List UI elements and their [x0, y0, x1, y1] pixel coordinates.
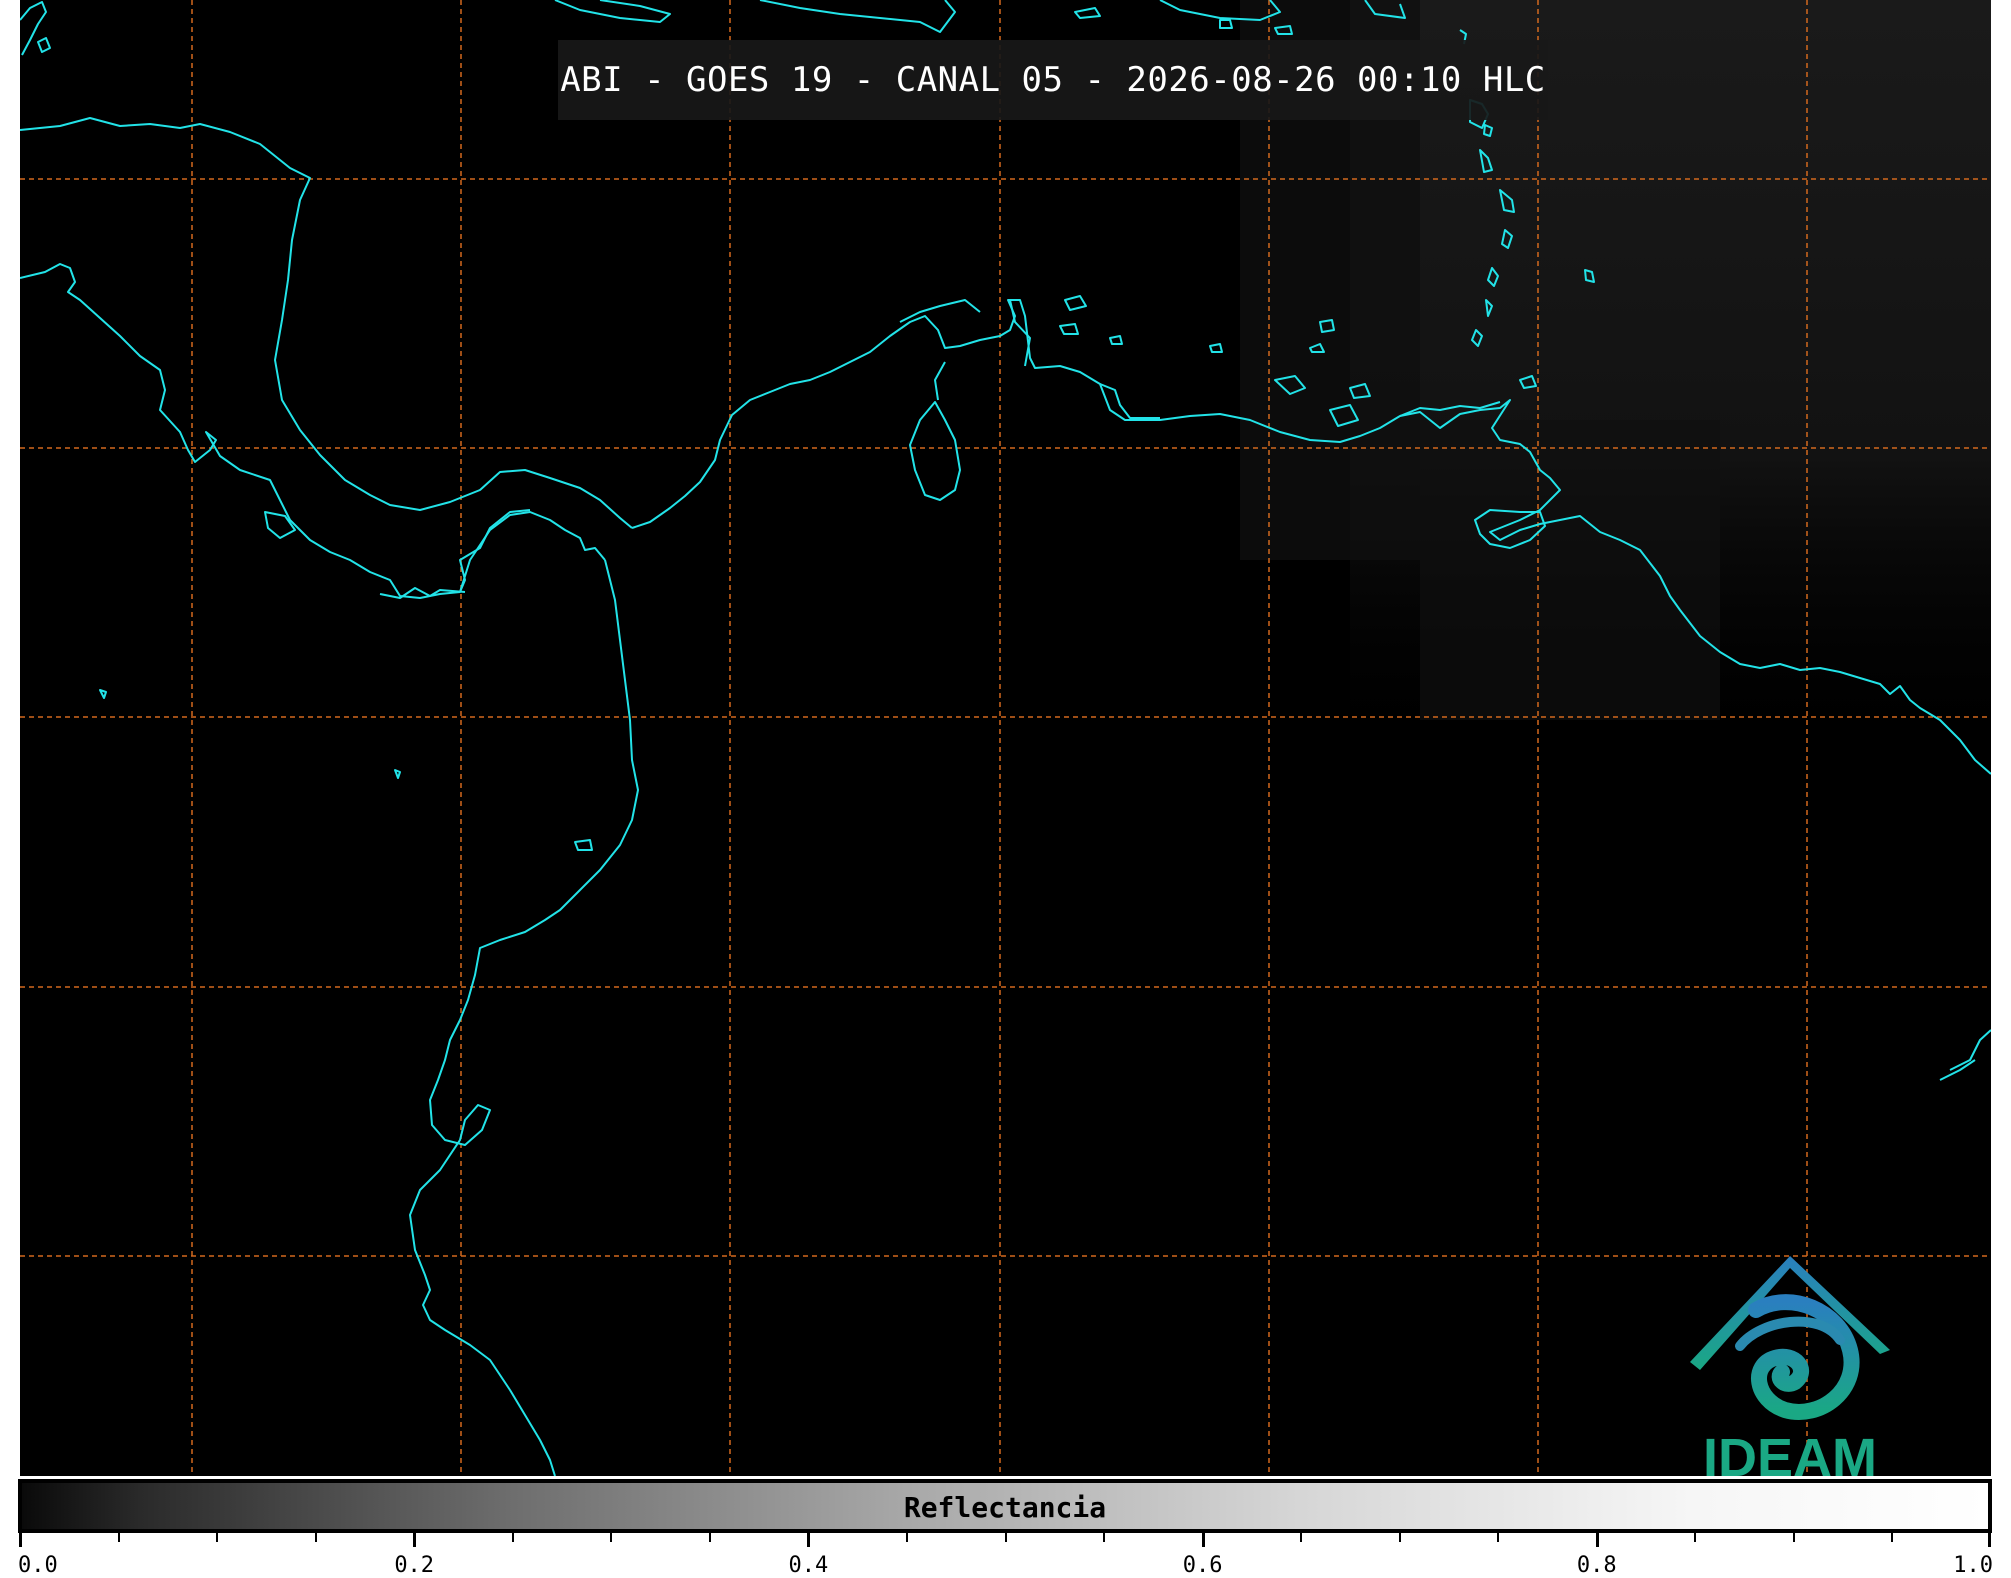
colorbar-major-tick: [19, 1533, 22, 1547]
coastline-island: [1109, 335, 1123, 345]
coastline-panama: [459, 511, 606, 593]
coastline-island: [759, 0, 956, 33]
coastline-island: [1074, 7, 1101, 19]
coastline-island: [554, 0, 671, 23]
coastline-island: [394, 769, 401, 779]
satellite-map: ABI - GOES 19 - CANAL 05 - 2026-08-26 00…: [20, 0, 1991, 1476]
colorbar-tick-label: 0.4: [788, 1553, 829, 1578]
colorbar-major-tick: [1201, 1533, 1205, 1547]
ideam-logo: IDEAM: [1670, 1250, 1910, 1476]
coastline-island: [99, 689, 107, 699]
coastline-yucatan: [20, 263, 531, 599]
colorbar-tick-label: 0.8: [1576, 1553, 1617, 1578]
colorbar-minor-tick: [708, 1533, 711, 1542]
map-title: ABI - GOES 19 - CANAL 05 - 2026-08-26 00…: [560, 60, 1546, 100]
colorbar-minor-tick: [610, 1533, 613, 1542]
colorbar-minor-tick: [314, 1533, 317, 1542]
colorbar-minor-tick: [1103, 1533, 1106, 1542]
colorbar-axis: 0.0 0.2 0.4 0.6 0.8 1.0: [18, 1533, 1993, 1578]
coastline-guajira: [899, 299, 981, 323]
coastline-island: [264, 511, 296, 539]
colorbar-major-tick: [413, 1533, 417, 1547]
colorbar-tick-label: 0.2: [394, 1553, 435, 1578]
coastline-island: [37, 37, 51, 53]
ideam-logo-icon: IDEAM: [1690, 1256, 1890, 1476]
coastline-maracaibo: [909, 401, 961, 501]
coastline-island: [20, 1, 47, 56]
map-title-panel: ABI - GOES 19 - CANAL 05 - 2026-08-26 00…: [558, 40, 1548, 120]
coastline-fragment: [1939, 1059, 1976, 1081]
coastline-island: [1059, 323, 1079, 335]
colorbar-minor-tick: [1004, 1533, 1007, 1542]
coastline-island: [1209, 343, 1223, 353]
colorbar-tick-label: 0.0: [18, 1553, 58, 1578]
colorbar-major-tick: [807, 1533, 811, 1547]
colorbar-minor-tick: [1300, 1533, 1303, 1542]
coastline-island: [1219, 19, 1233, 29]
colorbar-minor-tick: [511, 1533, 514, 1542]
colorbar-tick-label: 1.0: [1953, 1553, 1993, 1578]
svg-text:IDEAM: IDEAM: [1703, 1428, 1877, 1476]
colorbar-minor-tick: [1792, 1533, 1795, 1542]
colorbar-minor-tick: [216, 1533, 219, 1542]
colorbar-minor-tick: [1497, 1533, 1500, 1542]
colorbar-major-tick: [1988, 1533, 1991, 1547]
colorbar-minor-tick: [117, 1533, 120, 1542]
colorbar-minor-tick: [1891, 1533, 1894, 1542]
colorbar-tick-label: 0.6: [1182, 1553, 1223, 1578]
colorbar-label: Reflectancia: [903, 1491, 1107, 1524]
coastline-island: [574, 839, 593, 851]
colorbar: Reflectancia: [18, 1479, 1992, 1533]
colorbar-minor-tick: [1694, 1533, 1697, 1542]
colorbar-minor-tick: [905, 1533, 908, 1542]
coastline-pacific: [409, 559, 639, 1476]
coastline-maracaibo: [934, 361, 946, 401]
colorbar-minor-tick: [1398, 1533, 1401, 1542]
colorbar-major-tick: [1595, 1533, 1599, 1547]
coastline-venezuela: [1099, 383, 1160, 419]
coastline-island: [1064, 295, 1087, 311]
